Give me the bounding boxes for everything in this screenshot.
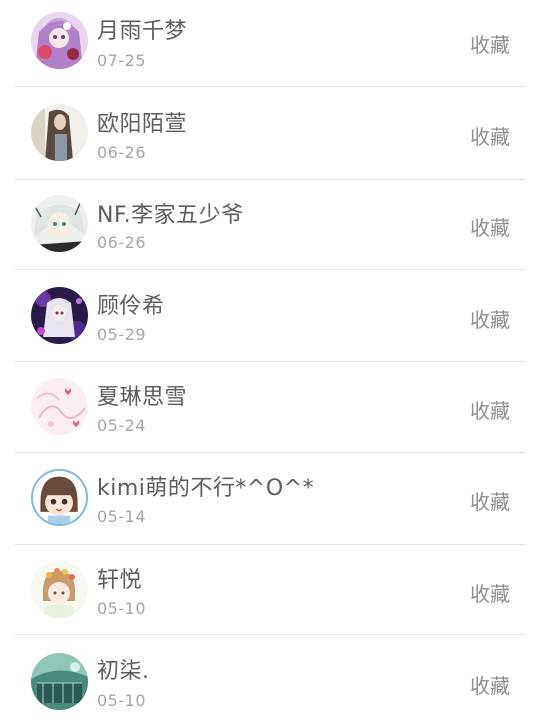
favorite-button[interactable]: 收藏: [470, 121, 510, 150]
favorite-button[interactable]: 收藏: [470, 395, 510, 424]
anime-girl-purple-avatar-icon[interactable]: [31, 287, 88, 344]
favorite-button[interactable]: 收藏: [470, 304, 510, 333]
date-label: 07-25: [97, 51, 146, 70]
user-name: kimi萌的不行*^O^*: [97, 476, 315, 501]
user-name: 月雨千梦: [97, 19, 188, 44]
date-label: 05-14: [97, 507, 146, 526]
teal-scenery-avatar-icon[interactable]: [31, 653, 88, 710]
divider: [15, 86, 525, 87]
anime-girl-pink-avatar-icon[interactable]: [31, 12, 88, 69]
user-name: 顾伶希: [97, 294, 165, 319]
user-name: NF.李家五少爷: [97, 203, 244, 228]
anime-boy-sketch-avatar-icon[interactable]: [31, 195, 88, 252]
favorite-button[interactable]: 收藏: [470, 670, 510, 699]
date-label: 06-26: [97, 143, 146, 162]
list-item[interactable]: 欧阳陌萱 06-26 收藏: [0, 90, 540, 180]
user-name: 夏琳思雪: [97, 385, 188, 410]
favorite-button[interactable]: 收藏: [470, 578, 510, 607]
list-item[interactable]: NF.李家五少爷 06-26 收藏: [0, 180, 540, 270]
user-name: 欧阳陌萱: [97, 112, 188, 137]
pink-pastel-drawing-avatar-icon[interactable]: [31, 378, 88, 435]
chibi-girl-avatar-icon[interactable]: [31, 469, 88, 526]
favorite-button[interactable]: 收藏: [470, 486, 510, 515]
date-label: 05-10: [97, 599, 146, 618]
date-label: 06-26: [97, 233, 146, 252]
list-item[interactable]: 夏琳思雪 05-24 收藏: [0, 362, 540, 452]
list-item[interactable]: kimi萌的不行*^O^* 05-14 收藏: [0, 453, 540, 543]
date-label: 05-24: [97, 416, 146, 435]
list-item[interactable]: 初柒. 05-10 收藏: [0, 635, 540, 725]
favorite-button[interactable]: 收藏: [470, 29, 510, 58]
list-item[interactable]: 轩悦 05-10 收藏: [0, 545, 540, 635]
favorite-button[interactable]: 收藏: [470, 212, 510, 241]
flower-crown-girl-avatar-icon[interactable]: [31, 561, 88, 618]
list-item[interactable]: 顾伶希 05-29 收藏: [0, 270, 540, 360]
list-item[interactable]: 月雨千梦 07-25 收藏: [0, 0, 540, 90]
user-name: 轩悦: [97, 568, 143, 593]
user-name: 初柒.: [97, 659, 150, 684]
date-label: 05-10: [97, 691, 146, 710]
long-hair-girl-photo-avatar-icon[interactable]: [31, 104, 88, 161]
date-label: 05-29: [97, 325, 146, 344]
